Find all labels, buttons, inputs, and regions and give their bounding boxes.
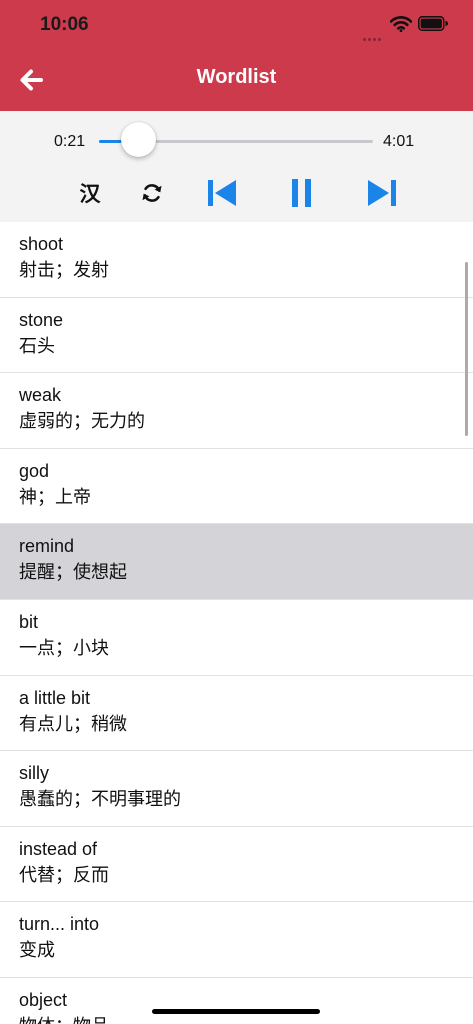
word-text: stone bbox=[19, 309, 64, 330]
word-meaning: 石头 bbox=[19, 335, 55, 357]
word-text: turn... into bbox=[19, 914, 100, 935]
word-meaning: 代替；反而 bbox=[19, 864, 109, 886]
word-text: silly bbox=[19, 763, 49, 784]
list-item[interactable]: a little bit 有点儿；稍微 bbox=[0, 675, 473, 752]
repeat-button[interactable] bbox=[134, 175, 170, 211]
word-meaning: 变成 bbox=[19, 940, 55, 962]
word-meaning: 有点儿；稍微 bbox=[19, 713, 127, 735]
word-meaning: 神；上帝 bbox=[19, 486, 91, 508]
list-item[interactable]: silly 愚蠢的；不明事理的 bbox=[0, 751, 473, 827]
total-time: 4:01 bbox=[383, 133, 415, 150]
list-item[interactable]: object 物体；物品 bbox=[0, 977, 473, 1024]
scrollbar[interactable] bbox=[465, 262, 468, 436]
cellular-signal-icon bbox=[363, 26, 383, 45]
list-item[interactable]: shoot 射击；发射 bbox=[0, 222, 473, 298]
header-bar: 10:06 Wordlist bbox=[0, 0, 473, 111]
skip-next-icon bbox=[368, 180, 396, 206]
pause-icon bbox=[292, 179, 311, 207]
word-meaning: 愚蠢的；不明事理的 bbox=[19, 789, 181, 811]
elapsed-time: 0:21 bbox=[54, 133, 86, 150]
list-item[interactable]: bit 一点；小块 bbox=[0, 599, 473, 676]
status-time: 10:06 bbox=[40, 14, 89, 35]
page-title: Wordlist bbox=[196, 66, 277, 88]
status-bar: 10:06 bbox=[0, 0, 473, 50]
word-text: bit bbox=[19, 611, 39, 632]
word-meaning: 物体；物品 bbox=[19, 1016, 473, 1024]
word-list[interactable]: shoot 射击；发射 stone 石头 weak 虚弱的；无力的 god 神；上帝 remin… bbox=[0, 222, 473, 1024]
word-meaning: 虚弱的；无力的 bbox=[19, 411, 145, 433]
word-text: remind bbox=[19, 536, 75, 557]
pause-button[interactable] bbox=[284, 175, 320, 211]
skip-previous-icon bbox=[208, 180, 236, 206]
repeat-icon bbox=[142, 184, 162, 202]
wifi-icon bbox=[390, 16, 412, 32]
word-meaning: 提醒；使想起 bbox=[19, 562, 127, 584]
word-meaning: 一点；小块 bbox=[19, 637, 109, 659]
list-item[interactable]: turn... into 变成 bbox=[0, 902, 473, 978]
word-text: a little bit bbox=[19, 687, 91, 708]
word-text: instead of bbox=[19, 838, 98, 859]
list-item[interactable]: remind 提醒；使想起 bbox=[0, 524, 473, 600]
word-text: god bbox=[19, 460, 50, 481]
previous-track-button[interactable] bbox=[204, 175, 240, 211]
list-item[interactable]: stone 石头 bbox=[0, 297, 473, 374]
next-track-button[interactable] bbox=[364, 175, 400, 211]
language-toggle-button[interactable]: 汉 bbox=[72, 175, 108, 211]
word-text: weak bbox=[19, 385, 62, 406]
list-item[interactable]: weak 虚弱的；无力的 bbox=[0, 373, 473, 449]
slider-thumb[interactable] bbox=[121, 122, 157, 157]
word-meaning: 射击；发射 bbox=[19, 260, 109, 281]
list-item[interactable]: instead of 代替；反而 bbox=[0, 826, 473, 903]
battery-icon bbox=[418, 16, 448, 31]
list-item[interactable]: god 神；上帝 bbox=[0, 448, 473, 525]
audio-player: 0:21 4:01 汉 bbox=[0, 111, 473, 222]
home-indicator bbox=[152, 1009, 320, 1014]
progress-fill bbox=[99, 140, 123, 143]
word-text: shoot bbox=[19, 234, 64, 254]
word-text: object bbox=[19, 989, 68, 1010]
